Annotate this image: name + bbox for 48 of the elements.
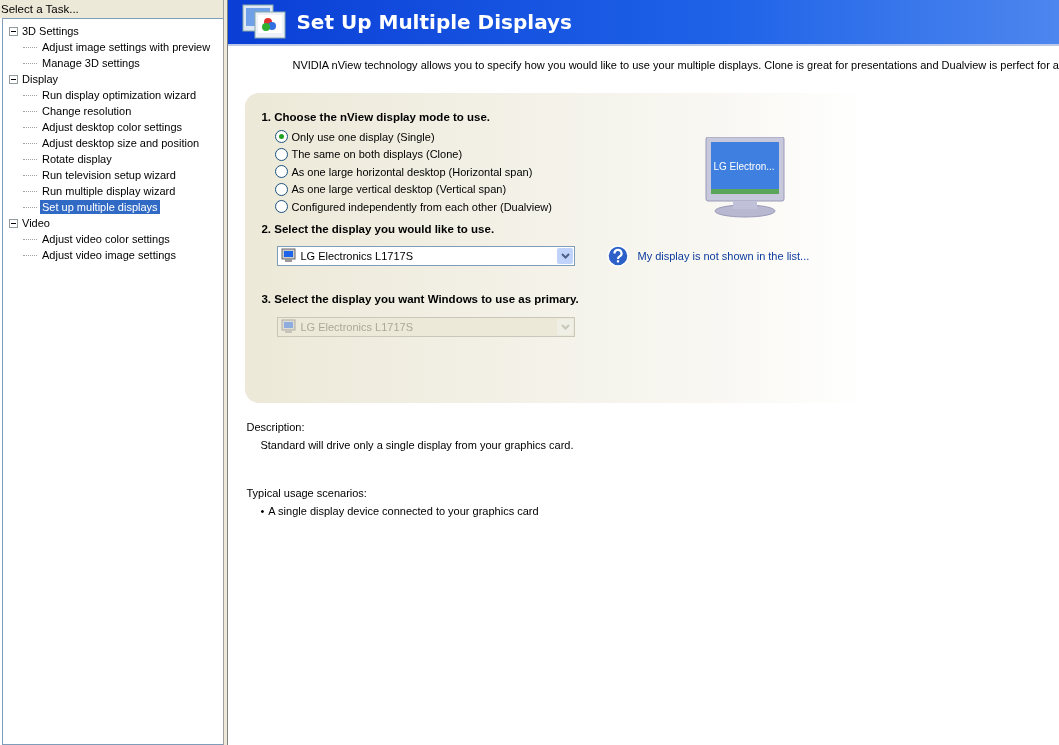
step-heading: 1. Choose the nView display mode to use. [261, 111, 492, 123]
radio-button[interactable] [275, 182, 289, 196]
tree-group[interactable]: 3D Settings [22, 25, 79, 37]
display-dropdown[interactable]: LG Electronics L1717S [277, 245, 576, 266]
step-heading: 3. Select the display you want Windows to use as primary. [261, 292, 580, 305]
tree-item[interactable]: Adjust desktop size and position [40, 136, 202, 150]
chevron-down-icon [560, 252, 570, 259]
tree-item[interactable]: Adjust video image settings [40, 248, 178, 262]
radio-button[interactable] [275, 130, 289, 144]
tree-item[interactable]: Run television setup wizard [40, 168, 178, 182]
tree-group[interactable]: Display [22, 73, 59, 85]
tree-item[interactable]: Rotate display [40, 152, 114, 166]
page-title: Set Up Multiple Displays [296, 10, 572, 34]
tree-item[interactable]: Adjust image settings with preview [40, 40, 213, 54]
tree-group[interactable]: Video [22, 217, 50, 229]
radio-label[interactable]: As one large vertical desktop (Vertical span) [291, 183, 507, 196]
monitor-icon [280, 319, 297, 334]
description-heading: Description: [246, 421, 306, 433]
bullet: • [260, 505, 265, 517]
displays-icon [242, 3, 287, 41]
help-icon[interactable] [607, 244, 630, 267]
collapse-icon[interactable] [9, 218, 18, 228]
radio-label[interactable]: The same on both displays (Clone) [291, 148, 463, 161]
tree-item[interactable]: Adjust desktop color settings [40, 120, 185, 134]
monitor-label: LG Electron... [713, 161, 775, 172]
tree-item[interactable]: Change resolution [40, 104, 134, 118]
tree-item[interactable]: Run multiple display wizard [40, 184, 178, 198]
collapse-icon[interactable] [9, 74, 18, 84]
description-text: Standard will drive only a single display from your graphics card. [260, 439, 575, 451]
usage-heading: Typical usage scenarios: [246, 487, 368, 499]
tree-item[interactable]: Adjust video color settings [40, 232, 172, 246]
help-link[interactable]: My display is not shown in the list... [637, 249, 810, 262]
radio-label[interactable]: As one large horizontal desktop (Horizontal span) [291, 165, 533, 178]
sidebar-title: Select a Task... [0, 0, 223, 18]
radio-button[interactable] [275, 165, 289, 179]
tree-item[interactable]: Manage 3D settings [40, 56, 142, 70]
radio-label[interactable]: Configured independently from each other (Dualview) [291, 200, 552, 213]
tree-item[interactable]: Run display optimization wizard [40, 88, 199, 102]
radio-label[interactable]: Only use one display (Single) [291, 130, 435, 143]
radio-button[interactable] [275, 200, 289, 214]
collapse-icon[interactable] [9, 26, 18, 36]
radio-button[interactable] [275, 147, 289, 161]
tree-item[interactable]: Set up multiple displays [40, 200, 160, 214]
intro-text: NVIDIA nView technology allows you to specify how you would like to use your multiple displays. Clone is great for presentations and Dualview is perfect for a [292, 59, 1059, 71]
step-heading: 2. Select the display you would like to use. [261, 222, 496, 235]
usage-item: A single display device connected to your graphics card [268, 505, 539, 517]
monitor-icon [280, 248, 297, 263]
chevron-down-icon [560, 323, 570, 330]
